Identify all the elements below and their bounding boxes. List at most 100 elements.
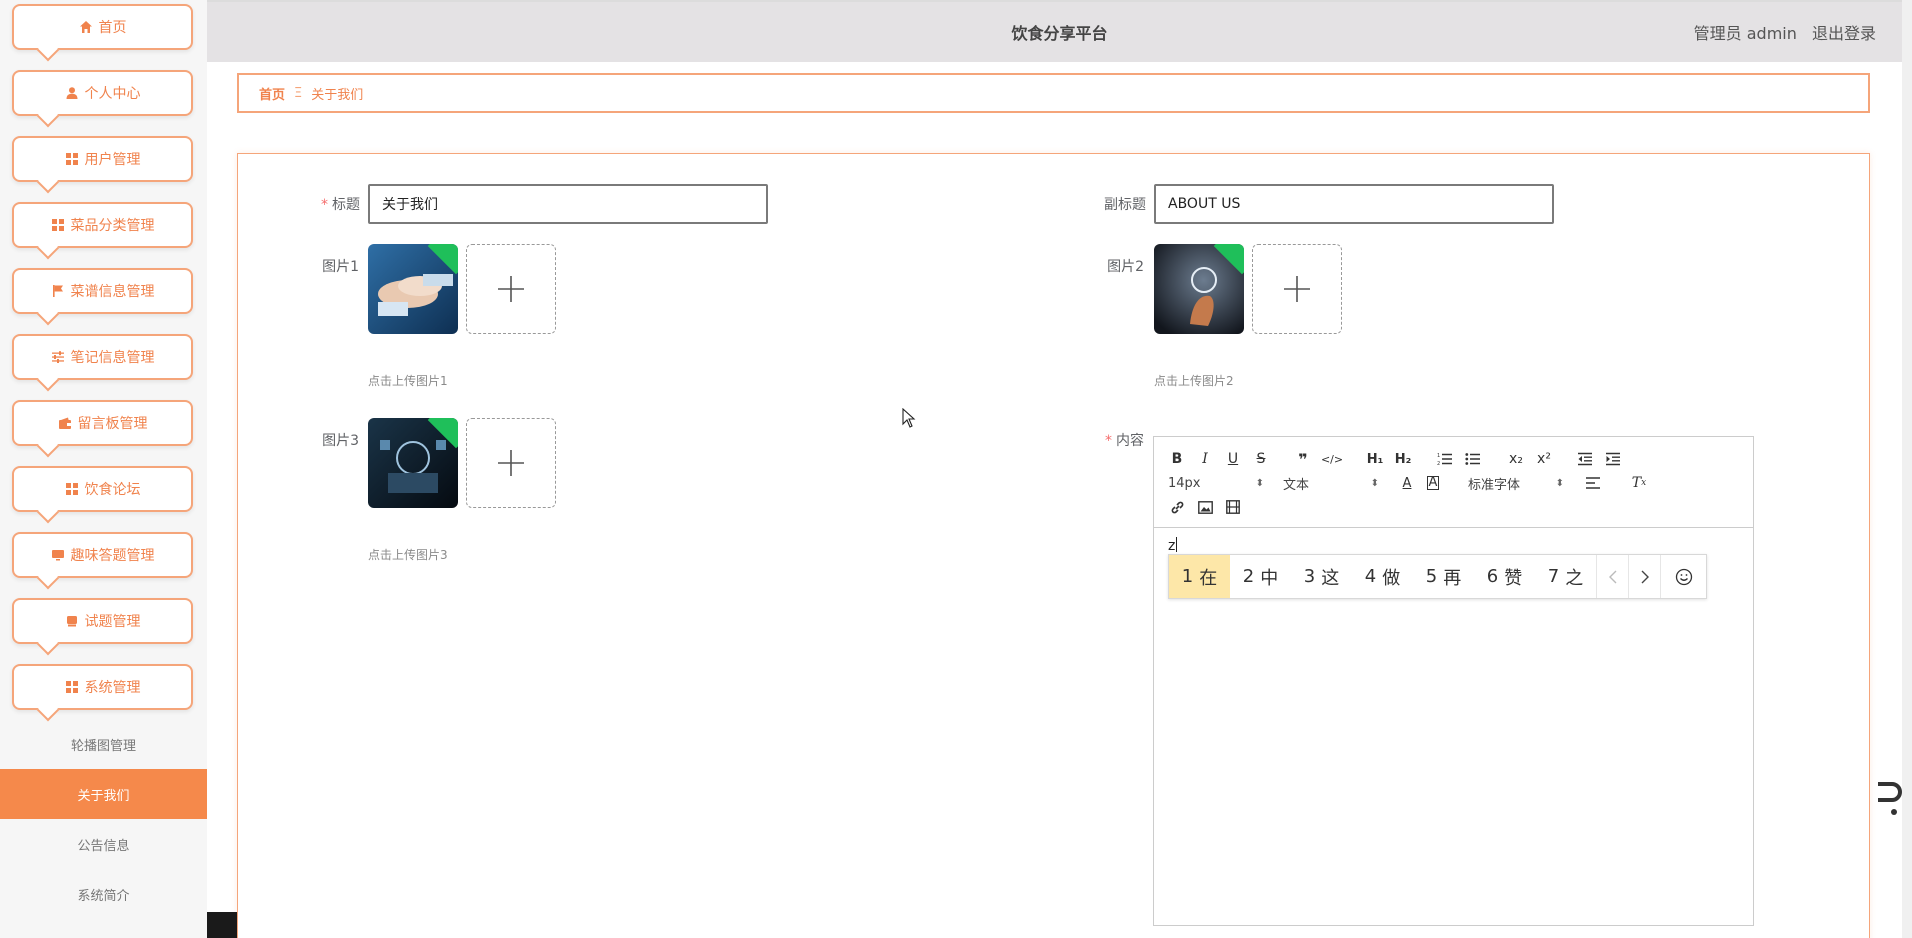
sidebar-item-label: 菜谱信息管理: [70, 284, 155, 300]
subtitle-label: 副标题: [1104, 197, 1146, 213]
title-input[interactable]: [368, 184, 768, 224]
pic2-thumbnail[interactable]: [1154, 244, 1244, 334]
user-area: 管理员 admin 退出登录: [1684, 2, 1876, 64]
sidebar-item-label: 首页: [98, 20, 127, 36]
submenu-item-announcements[interactable]: 公告信息: [0, 819, 207, 869]
sidebar-item-home[interactable]: 首页: [12, 4, 193, 50]
paragraph-select[interactable]: 文本 ⬍: [1283, 473, 1379, 493]
breadcrumb-home[interactable]: 首页: [259, 84, 285, 103]
submenu-item-carousel[interactable]: 轮播图管理: [0, 719, 207, 769]
ordered-list-icon[interactable]: 12: [1436, 449, 1454, 469]
font-family-select[interactable]: 标准字体 ⬍: [1468, 473, 1564, 493]
strikethrough-icon[interactable]: S: [1252, 449, 1270, 469]
svg-text:1: 1: [1437, 453, 1440, 459]
sidebar-item-label: 留言板管理: [77, 416, 148, 432]
smiley-icon: [1675, 568, 1692, 585]
sidebar-item-recipe-info[interactable]: 菜谱信息管理: [12, 268, 193, 314]
ime-candidate[interactable]: 2中: [1230, 555, 1291, 598]
heading2-icon[interactable]: H₂: [1392, 449, 1414, 469]
underline-icon[interactable]: U: [1224, 449, 1242, 469]
breadcrumb-separator: Ξ: [294, 85, 303, 101]
ime-emoji-button[interactable]: [1660, 555, 1706, 598]
sidebar-item-system-management[interactable]: 系统管理: [12, 664, 193, 710]
ime-candidate[interactable]: 7之: [1535, 555, 1596, 598]
ime-candidate-bar: 1在 2中 3这 4做 5再 6赞 7之: [1168, 554, 1707, 599]
submenu-item-system-intro[interactable]: 系统简介: [0, 869, 207, 919]
heading1-icon[interactable]: H₁: [1364, 449, 1386, 469]
sidebar-item-label: 菜品分类管理: [70, 218, 155, 234]
video-icon[interactable]: [1224, 497, 1242, 517]
grid-icon: [51, 218, 65, 232]
ime-prev-page[interactable]: [1596, 555, 1628, 598]
subtitle-input[interactable]: [1154, 184, 1554, 224]
image-icon[interactable]: [1196, 497, 1214, 517]
editor-toolbar: B I U S ❞ </> H₁ H₂ 12 x₂ x² 14px⬍ 文本⬍: [1154, 437, 1753, 528]
background-color-icon[interactable]: A: [1424, 473, 1442, 493]
ime-candidate[interactable]: 1在: [1169, 555, 1230, 598]
code-icon[interactable]: </>: [1321, 449, 1343, 469]
sidebar-item-label: 用户管理: [84, 152, 141, 168]
app-root: 首页 个人中心 用户管理 菜品分类管理 菜谱信息管理 笔记信息管理 留言板管理: [0, 0, 1912, 938]
bullet-list-icon[interactable]: [1464, 449, 1482, 469]
bold-icon[interactable]: B: [1168, 449, 1186, 469]
outdent-icon[interactable]: [1576, 449, 1594, 469]
font-size-select[interactable]: 14px ⬍: [1168, 473, 1264, 493]
pic3-upload-button[interactable]: [466, 418, 556, 508]
submenu-item-label: 公告信息: [77, 838, 130, 854]
sidebar-item-notes-info[interactable]: 笔记信息管理: [12, 334, 193, 380]
select-caret-icon: ⬍: [1255, 477, 1264, 489]
home-icon: [79, 20, 93, 34]
window-scrollbar[interactable]: [1902, 0, 1912, 938]
ime-candidate[interactable]: 6赞: [1474, 555, 1535, 598]
pic3-label: 图片3: [322, 433, 359, 449]
editor-typed-text: z: [1168, 538, 1176, 554]
align-icon[interactable]: [1584, 473, 1602, 493]
rich-text-editor: B I U S ❞ </> H₁ H₂ 12 x₂ x² 14px⬍ 文本⬍: [1153, 436, 1754, 926]
sliders-icon: [51, 350, 65, 364]
sidebar-item-dish-category[interactable]: 菜品分类管理: [12, 202, 193, 248]
pic2-label: 图片2: [1107, 259, 1144, 275]
floating-widget-icon[interactable]: [1874, 780, 1902, 820]
superscript-icon[interactable]: x²: [1534, 449, 1554, 469]
user-icon: [65, 86, 79, 100]
plus-icon: [498, 450, 524, 476]
link-icon[interactable]: [1168, 497, 1186, 517]
chevron-left-icon: [1608, 570, 1616, 583]
submenu-item-about-us[interactable]: 关于我们: [0, 769, 207, 819]
logout-link[interactable]: 退出登录: [1812, 24, 1876, 43]
grid-icon: [65, 680, 79, 694]
pic1-thumbnail[interactable]: [368, 244, 458, 334]
sidebar-item-quiz-management[interactable]: 趣味答题管理: [12, 532, 193, 578]
pic2-upload-button[interactable]: [1252, 244, 1342, 334]
mouse-pointer-icon: [902, 407, 916, 432]
top-header: 饮食分享平台 管理员 admin 退出登录: [207, 0, 1912, 62]
submenu-item-label: 关于我们: [77, 788, 130, 804]
font-color-icon[interactable]: A: [1398, 473, 1416, 493]
quote-icon[interactable]: ❞: [1294, 449, 1312, 469]
plus-icon: [498, 276, 524, 302]
indent-icon[interactable]: [1604, 449, 1622, 469]
pic2-hint: 点击上传图片2: [1154, 374, 1234, 388]
pic1-upload-button[interactable]: [466, 244, 556, 334]
sidebar-item-diet-forum[interactable]: 饮食论坛: [12, 466, 193, 512]
ime-candidate[interactable]: 3这: [1291, 555, 1352, 598]
page-title: 饮食分享平台: [1011, 24, 1108, 43]
plus-icon: [1284, 276, 1310, 302]
sidebar-item-personal-center[interactable]: 个人中心: [12, 70, 193, 116]
sidebar-item-user-management[interactable]: 用户管理: [12, 136, 193, 182]
sidebar-item-question-management[interactable]: 试题管理: [12, 598, 193, 644]
taskbar-fragment: [207, 912, 237, 938]
wallet-icon: [58, 416, 72, 430]
subscript-icon[interactable]: x₂: [1506, 449, 1526, 469]
sidebar-item-message-board[interactable]: 留言板管理: [12, 400, 193, 446]
sidebar: 首页 个人中心 用户管理 菜品分类管理 菜谱信息管理 笔记信息管理 留言板管理: [0, 0, 207, 938]
ime-candidate[interactable]: 4做: [1352, 555, 1413, 598]
clear-format-icon[interactable]: Tx: [1630, 473, 1648, 493]
pic1-hint: 点击上传图片1: [368, 374, 448, 388]
ime-next-page[interactable]: [1628, 555, 1660, 598]
ime-candidate[interactable]: 5再: [1413, 555, 1474, 598]
user-role-label: 管理员 admin: [1693, 24, 1797, 43]
sidebar-item-label: 笔记信息管理: [70, 350, 155, 366]
pic3-thumbnail[interactable]: [368, 418, 458, 508]
italic-icon[interactable]: I: [1196, 449, 1214, 469]
